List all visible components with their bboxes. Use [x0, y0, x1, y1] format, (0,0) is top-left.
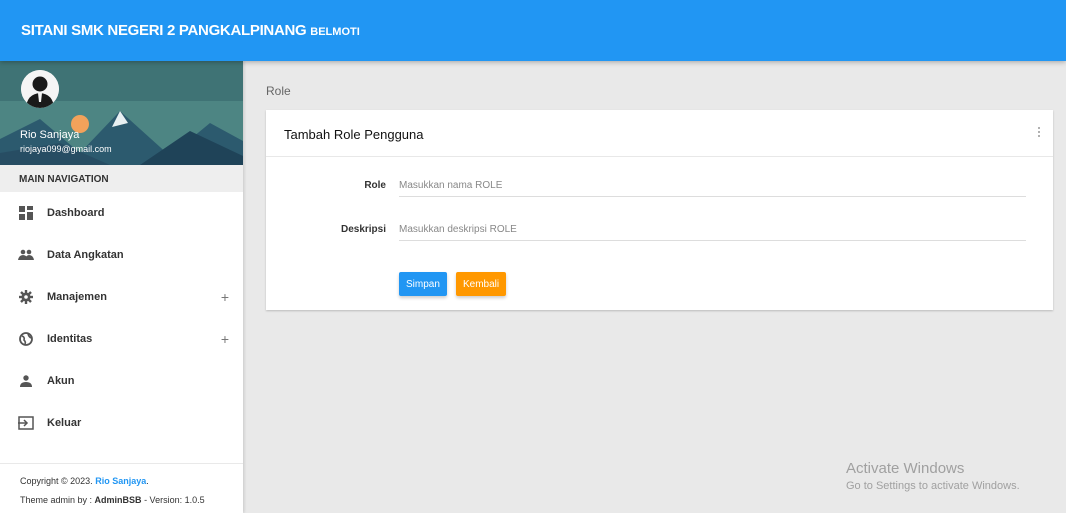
globe-icon [18, 331, 34, 347]
sidebar-footer: Copyright © 2023. Rio Sanjaya. Theme adm… [0, 463, 243, 513]
dashboard-icon [18, 205, 34, 221]
sidebar-item-akun[interactable]: Akun [0, 360, 243, 402]
sidebar-item-label: Manajemen [47, 291, 107, 303]
avatar-silhouette-icon [21, 70, 59, 108]
sidebar-item-label: Data Angkatan [47, 249, 124, 261]
logout-icon [18, 415, 34, 431]
brand-link[interactable]: SITANI SMK NEGERI 2 PANGKALPINANG BELMOT… [21, 22, 360, 39]
sidebar-item-label: Keluar [47, 417, 82, 429]
main-navigation-header: MAIN NAVIGATION [0, 165, 243, 192]
brand-subtitle: BELMOTI [310, 26, 360, 38]
user-info-panel: Rio Sanjaya riojaya099@gmail.com [0, 61, 243, 165]
copyright-period: . [146, 476, 149, 486]
watermark-title: Activate Windows [846, 460, 965, 477]
user-avatar[interactable] [21, 70, 59, 108]
theme-prefix: Theme admin by : [20, 495, 93, 505]
description-input[interactable] [399, 219, 1026, 241]
version-text: - Version: 1.0.5 [144, 495, 205, 505]
left-sidebar: Rio Sanjaya riojaya099@gmail.com MAIN NA… [0, 61, 243, 513]
role-label: Role [364, 180, 386, 191]
sidebar-item-identitas[interactable]: Identitas + [0, 318, 243, 360]
expand-plus-icon[interactable]: + [221, 331, 229, 347]
activate-windows-watermark: Activate Windows Go to Settings to activ… [846, 460, 1020, 492]
sidebar-item-manajemen[interactable]: Manajemen + [0, 276, 243, 318]
brand-title: SITANI SMK NEGERI 2 PANGKALPINANG [21, 22, 307, 39]
sidebar-item-keluar[interactable]: Keluar [0, 402, 243, 444]
page-title: Role [266, 84, 291, 98]
sidebar-item-label: Akun [47, 375, 75, 387]
gear-icon [18, 289, 34, 305]
theme-line: Theme admin by : AdminBSB - Version: 1.0… [20, 495, 243, 505]
sidebar-item-label: Identitas [47, 333, 93, 345]
sidebar-item-data-angkatan[interactable]: Data Angkatan [0, 234, 243, 276]
card-header: Tambah Role Pengguna [266, 110, 1053, 157]
user-email: riojaya099@gmail.com [20, 144, 112, 154]
sidebar-item-dashboard[interactable]: Dashboard [0, 192, 243, 234]
back-button[interactable]: Kembali [456, 272, 507, 296]
people-icon [18, 247, 34, 263]
role-form-card: Tambah Role Pengguna Role Deskripsi Simp… [266, 110, 1053, 310]
user-name: Rio Sanjaya [20, 129, 80, 141]
watermark-subtitle: Go to Settings to activate Windows. [846, 480, 1020, 492]
sidebar-item-label: Dashboard [47, 207, 105, 219]
more-vert-icon[interactable] [1035, 125, 1043, 141]
role-input[interactable] [399, 175, 1026, 197]
theme-name: AdminBSB [94, 495, 142, 505]
author-link[interactable]: Rio Sanjaya [95, 476, 146, 486]
top-navbar: SITANI SMK NEGERI 2 PANGKALPINANG BELMOT… [0, 0, 1066, 61]
copyright-text: Copyright © 2023. [20, 476, 93, 486]
person-icon [18, 373, 34, 389]
expand-plus-icon[interactable]: + [221, 289, 229, 305]
copyright-line: Copyright © 2023. Rio Sanjaya. [20, 476, 243, 486]
description-label: Deskripsi [340, 224, 386, 235]
save-button[interactable]: Simpan [399, 272, 447, 296]
card-title: Tambah Role Pengguna [284, 127, 424, 142]
